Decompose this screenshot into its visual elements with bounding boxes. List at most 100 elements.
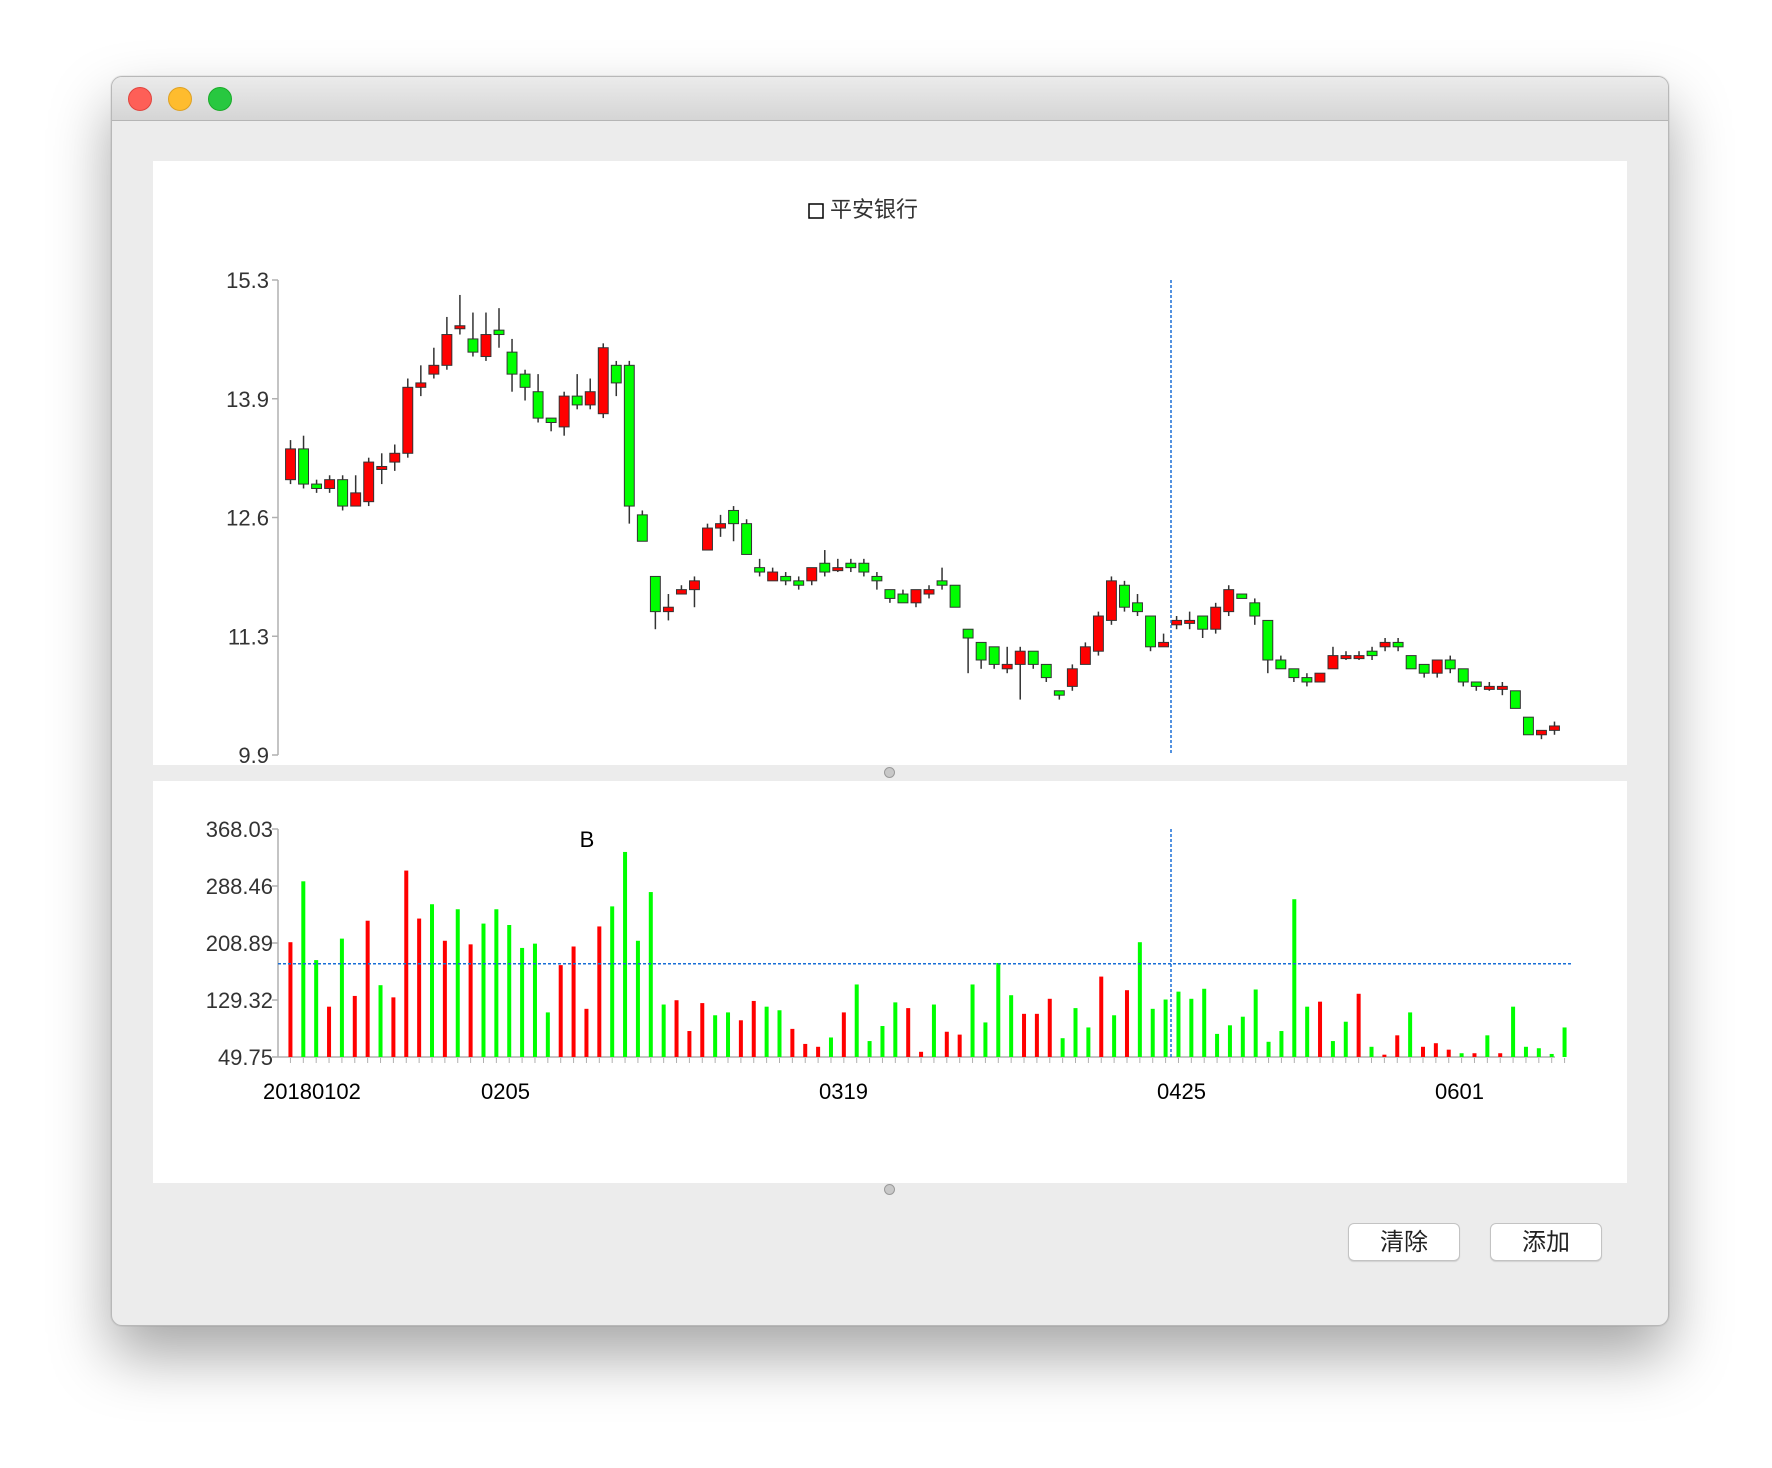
volume-bar: [623, 851, 628, 1057]
y-tick-label: 288.46: [206, 874, 273, 899]
candle-body: [715, 523, 726, 529]
candle: [702, 523, 713, 551]
volume-bar: [1266, 1041, 1271, 1057]
volume-bar: [803, 1043, 808, 1057]
candle-body: [415, 382, 427, 388]
candle-body: [1132, 602, 1143, 613]
candle: [1457, 668, 1469, 687]
volume-bar: [726, 1012, 731, 1057]
candle: [415, 365, 427, 397]
candle: [649, 575, 661, 630]
candle-body: [480, 334, 492, 358]
candle-body: [1496, 685, 1508, 690]
minimize-window-button[interactable]: [168, 87, 192, 111]
candle-body: [754, 567, 766, 573]
volume-bar: [1472, 1053, 1477, 1057]
candle: [558, 391, 570, 436]
candlestick-chart[interactable]: 平安银行 15.3 13.9 12.6 11.3 9.9: [153, 161, 1627, 768]
candle-body: [741, 523, 753, 555]
x-tick-label: 0601: [1435, 1079, 1484, 1104]
candle: [754, 558, 766, 577]
y-tick-label: 9.9: [238, 743, 269, 765]
candle: [1405, 655, 1417, 670]
candle-body: [819, 562, 831, 573]
candle: [1014, 646, 1026, 700]
candle-body: [884, 589, 896, 599]
candle-body: [675, 589, 687, 595]
volume-bar: [944, 1031, 949, 1057]
candle: [741, 519, 753, 555]
marker-label: B: [580, 827, 595, 852]
candle: [975, 641, 987, 669]
candle-body: [363, 461, 375, 503]
candle: [819, 550, 831, 577]
candle-body: [1288, 668, 1300, 679]
candle: [428, 347, 440, 379]
candle-body: [1522, 716, 1534, 736]
volume-bar: [494, 909, 499, 1057]
y-tick-label: 208.89: [206, 931, 273, 956]
candle-body: [1549, 725, 1560, 731]
candle-body: [428, 364, 440, 375]
candle-body: [1027, 650, 1039, 665]
candle: [1522, 716, 1534, 736]
x-tick-label: 20180102: [263, 1079, 361, 1104]
candle-body: [689, 580, 700, 591]
title-bar[interactable]: [112, 77, 1668, 121]
volume-bar: [442, 940, 447, 1057]
volume-bar: [1536, 1048, 1541, 1057]
candle: [597, 343, 609, 419]
candle-body: [1353, 655, 1365, 660]
candle-body: [1536, 729, 1547, 736]
y-tick-label: 15.3: [226, 268, 269, 293]
candle-body: [1366, 650, 1378, 657]
candle: [1418, 663, 1430, 678]
candle: [1158, 633, 1170, 648]
candle: [1197, 615, 1209, 639]
candle-body: [1457, 668, 1469, 683]
clear-button[interactable]: 清除: [1348, 1223, 1460, 1261]
volume-bar: [751, 1000, 756, 1057]
splitter-handle-top[interactable]: [884, 767, 895, 778]
zoom-window-button[interactable]: [208, 87, 232, 111]
candle-body: [623, 364, 635, 507]
volume-bar: [1408, 1012, 1413, 1057]
volume-bar: [1446, 1049, 1451, 1057]
volume-bar: [1420, 1046, 1425, 1057]
volume-bar: [790, 1028, 795, 1057]
volume-bar: [1523, 1046, 1528, 1057]
volume-bar: [1215, 1033, 1220, 1057]
volume-bar: [867, 1041, 872, 1057]
y-tick-label: 12.6: [226, 506, 269, 531]
candle-body: [1079, 646, 1091, 665]
volume-bar: [777, 1010, 782, 1057]
candle-body: [1066, 668, 1078, 687]
candle: [1105, 576, 1117, 625]
candle-body: [298, 448, 309, 485]
volume-chart[interactable]: 368.03 288.46 208.89 129.32 49.75 20180102 020…: [153, 781, 1627, 1183]
volume-bar: [661, 1004, 666, 1057]
volume-bar: [1305, 1006, 1310, 1057]
candle: [1053, 690, 1065, 700]
splitter-handle-bottom[interactable]: [884, 1184, 895, 1195]
candle: [1262, 619, 1274, 674]
candle-body: [1223, 589, 1235, 613]
x-tick-label: 0205: [481, 1079, 530, 1104]
candle-body: [1340, 655, 1352, 660]
candle-body: [558, 395, 570, 428]
add-button[interactable]: 添加: [1490, 1223, 1602, 1261]
candle: [1496, 681, 1508, 696]
volume-bar: [339, 938, 344, 1057]
candle: [1223, 585, 1235, 617]
candle: [780, 572, 792, 586]
volume-bar: [841, 1012, 846, 1057]
candle: [1275, 655, 1287, 670]
close-window-button[interactable]: [128, 87, 152, 111]
candle-body: [519, 373, 531, 388]
candle-body: [1145, 615, 1156, 648]
candle-body: [584, 391, 596, 406]
candle-body: [1210, 606, 1222, 630]
candle: [1249, 598, 1261, 625]
candle-body: [1392, 641, 1404, 648]
candle: [1340, 651, 1352, 660]
